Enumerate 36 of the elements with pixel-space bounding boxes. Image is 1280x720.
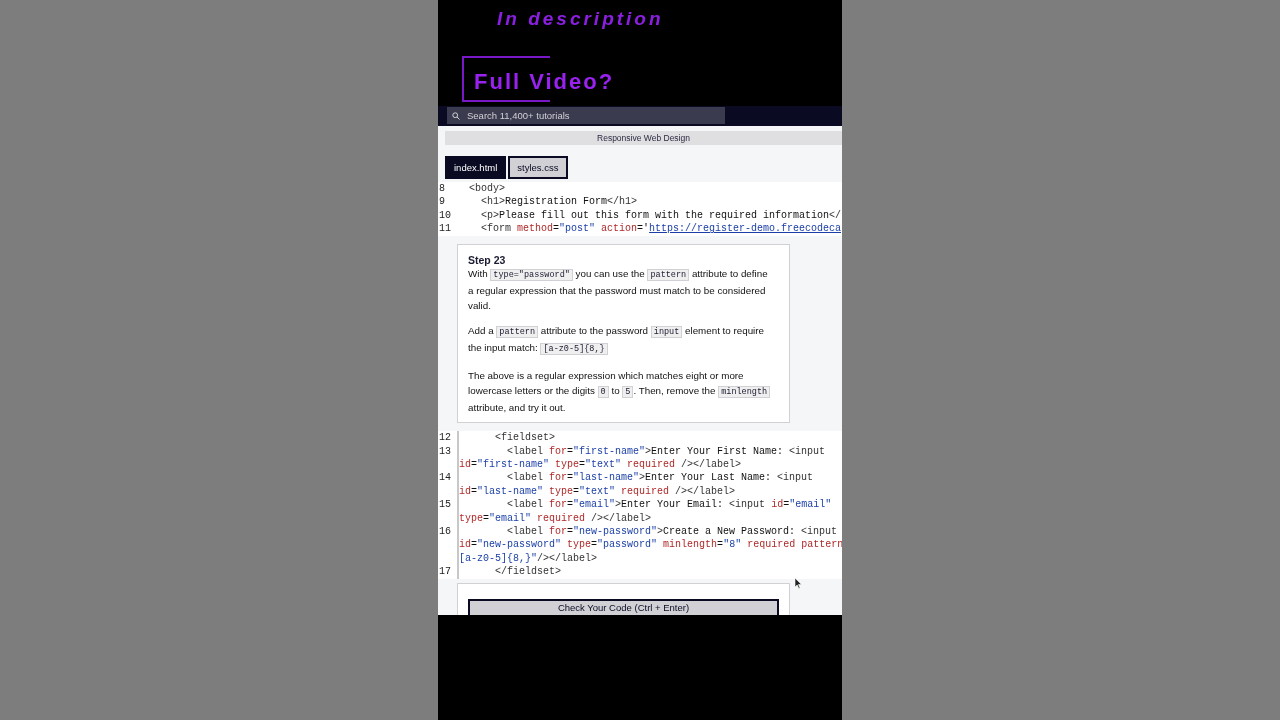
step-paragraph: With type="password" you can use the pattern attribute to define a regular expression that the password must match to be considered valid.	[468, 266, 769, 314]
code-line: type="email" required /></label>	[459, 511, 652, 525]
breadcrumb-bar[interactable]: Responsive Web Design	[445, 131, 842, 145]
code-line: id="first-name" type="text" required /></label>	[459, 458, 742, 472]
code-line: <label for="new-password">Create a New Password: <input	[506, 525, 838, 539]
code-line: <h1>Registration Form</h1>	[480, 195, 638, 209]
code-line: [a-z0-5]{8,}"/></label>	[459, 551, 598, 566]
code-line: <p>Please fill out this form with the required information</	[480, 208, 842, 223]
line-number: 11	[438, 222, 452, 236]
line-number: 9	[438, 195, 446, 209]
code-line: <form method="post" action='https://register-demo.freecodeca	[480, 222, 842, 236]
search-field[interactable]: Search 11,400+ tutorials	[447, 107, 725, 124]
step-paragraph: Add a pattern attribute to the password input element to require the input match: [a-z0-5]{8,}	[468, 324, 765, 358]
step-title: Step 23	[468, 253, 507, 266]
file-tab[interactable]: index.html	[445, 156, 507, 179]
code-line: <label for="last-name">Enter Your Last Name: <input	[506, 471, 814, 485]
line-number: 12	[438, 431, 452, 445]
code-line: </fieldset>	[494, 565, 562, 579]
code-line: <label for="email">Enter Your Email: <input id="email"	[506, 498, 832, 512]
line-number: 10	[438, 208, 452, 223]
promo-text: Full Video?	[474, 68, 615, 96]
code-line: id="new-password" type="password" minlength="8" required pattern	[459, 538, 842, 552]
code-line: <label for="first-name">Enter Your First Name: <input	[506, 444, 826, 459]
line-number: 16	[438, 525, 452, 539]
line-number: 13	[438, 444, 452, 459]
line-number: 15	[438, 498, 452, 513]
line-number: 14	[438, 471, 452, 486]
code-line: <fieldset>	[494, 431, 555, 445]
step-paragraph: The above is a regular expression which matches eight or more lowercase letters or the digits 0 to 5 . Then, remove the minlength attribute, and try it out.	[468, 367, 775, 416]
check-code-button[interactable]: Check Your Code (Ctrl + Enter)	[468, 598, 779, 615]
promo-text: In description	[497, 7, 665, 31]
file-tab[interactable]: styles.css	[508, 156, 568, 179]
line-number: 17	[438, 565, 452, 579]
code-line: <body>	[468, 182, 505, 196]
code-line: id="last-name" type="text" required /></label>	[459, 484, 736, 499]
line-number: 8	[438, 182, 446, 196]
